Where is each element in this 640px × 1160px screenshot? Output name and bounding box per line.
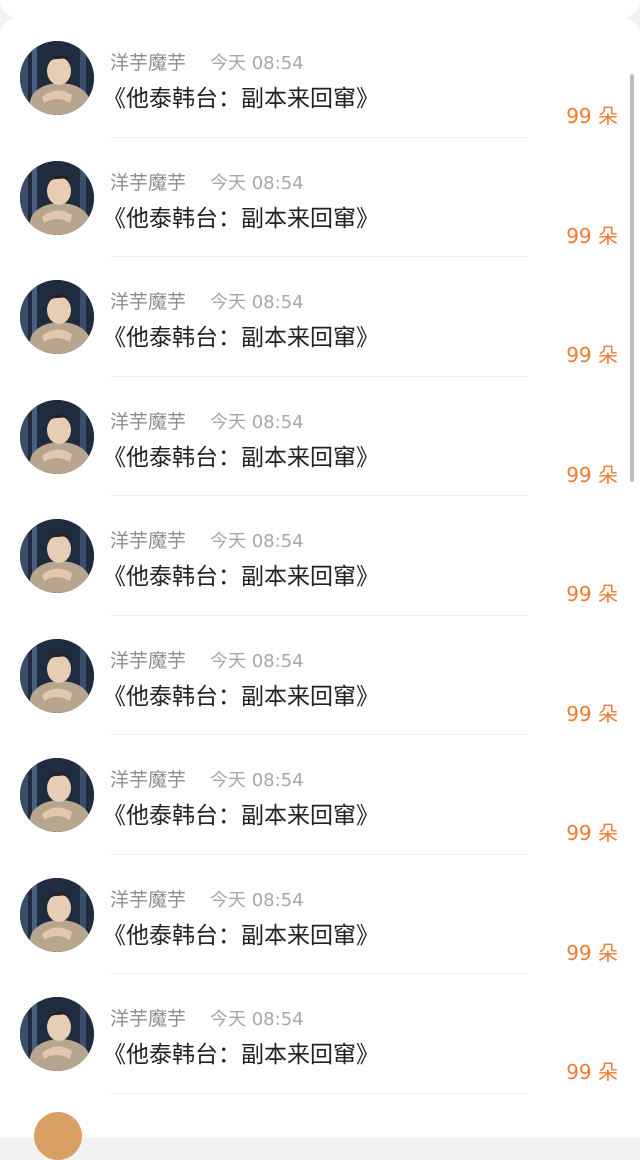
username[interactable]: 洋芋魔芋 [110, 1004, 186, 1031]
avatar[interactable] [20, 519, 94, 593]
item-title: 《他泰韩台：副本来回窜》 [103, 86, 379, 112]
list-item[interactable]: 洋芋魔芋 今天 08:54 《他泰韩台：副本来回窜》 99 朵 [0, 855, 640, 974]
timestamp: 今天 08:54 [210, 292, 304, 313]
list-item[interactable]: 洋芋魔芋 今天 08:54 《他泰韩台：副本来回窜》 99 朵 [0, 974, 640, 1094]
flower-count: 99 朵 [566, 104, 618, 128]
previous-card [0, 0, 640, 18]
list-item[interactable]: 洋芋魔芋 今天 08:54 《他泰韩台：副本来回窜》 99 朵 [0, 377, 640, 496]
list-item[interactable]: 洋芋魔芋 今天 08:54 《他泰韩台：副本来回窜》 99 朵 [0, 735, 640, 855]
username[interactable]: 洋芋魔芋 [110, 48, 186, 75]
avatar[interactable] [20, 41, 94, 115]
avatar[interactable] [20, 160, 94, 235]
timestamp: 今天 08:54 [210, 650, 304, 672]
item-title: 《他泰韩台：副本来回窜》 [103, 325, 379, 351]
flower-count: 99 朵 [566, 1060, 618, 1084]
divider [110, 1092, 528, 1094]
scrollbar[interactable] [630, 74, 634, 482]
list-item[interactable]: 洋芋魔芋 今天 08:54 《他泰韩台：副本来回窜》 99 朵 [0, 496, 640, 616]
list-item[interactable]: 洋芋魔芋 今天 08:54 《他泰韩台：副本来回窜》 99 朵 [0, 138, 640, 257]
avatar[interactable] [20, 399, 94, 474]
avatar[interactable] [20, 280, 94, 354]
timestamp: 今天 08:54 [210, 53, 304, 74]
username[interactable]: 洋芋魔芋 [110, 885, 186, 912]
flower-count: 99 朵 [566, 940, 618, 965]
list-item[interactable]: 洋芋魔芋 今天 08:54 《他泰韩台：副本来回窜》 99 朵 [0, 616, 640, 735]
username[interactable]: 洋芋魔芋 [110, 765, 186, 792]
username[interactable]: 洋芋魔芋 [110, 526, 186, 553]
item-title: 《他泰韩台：副本来回窜》 [103, 564, 379, 590]
item-title: 《他泰韩台：副本来回窜》 [103, 922, 379, 949]
flower-count: 99 朵 [566, 821, 618, 845]
item-title: 《他泰韩台：副本来回窜》 [103, 683, 379, 710]
list-item[interactable]: 洋芋魔芋 今天 08:54 《他泰韩台：副本来回窜》 99 朵 [0, 18, 640, 138]
item-title: 《他泰韩台：副本来回窜》 [103, 205, 379, 232]
timestamp: 今天 08:54 [210, 1009, 304, 1030]
avatar[interactable] [20, 877, 94, 952]
flower-count: 99 朵 [566, 343, 618, 367]
avatar[interactable] [20, 758, 94, 832]
avatar[interactable] [34, 1112, 82, 1160]
username[interactable]: 洋芋魔芋 [110, 287, 186, 314]
item-title: 《他泰韩台：副本来回窜》 [103, 803, 379, 829]
timestamp: 今天 08:54 [210, 172, 304, 194]
flower-count: 99 朵 [566, 701, 618, 726]
username[interactable]: 洋芋魔芋 [110, 646, 186, 673]
list-item[interactable]: 洋芋魔芋 今天 08:54 《他泰韩台：副本来回窜》 99 朵 [0, 257, 640, 377]
avatar[interactable] [20, 997, 94, 1071]
gift-list: 洋芋魔芋 今天 08:54 《他泰韩台：副本来回窜》 99 朵 洋芋魔芋 今天 … [0, 18, 640, 1138]
timestamp: 今天 08:54 [210, 889, 304, 911]
item-title: 《他泰韩台：副本来回窜》 [103, 444, 379, 471]
flower-count: 99 朵 [566, 582, 618, 606]
username[interactable]: 洋芋魔芋 [110, 407, 186, 434]
timestamp: 今天 08:54 [210, 770, 304, 791]
timestamp: 今天 08:54 [210, 411, 304, 433]
timestamp: 今天 08:54 [210, 531, 304, 552]
avatar[interactable] [20, 638, 94, 713]
item-title: 《他泰韩台：副本来回窜》 [103, 1042, 379, 1068]
username[interactable]: 洋芋魔芋 [110, 168, 186, 195]
flower-count: 99 朵 [566, 223, 618, 248]
flower-count: 99 朵 [566, 462, 618, 487]
